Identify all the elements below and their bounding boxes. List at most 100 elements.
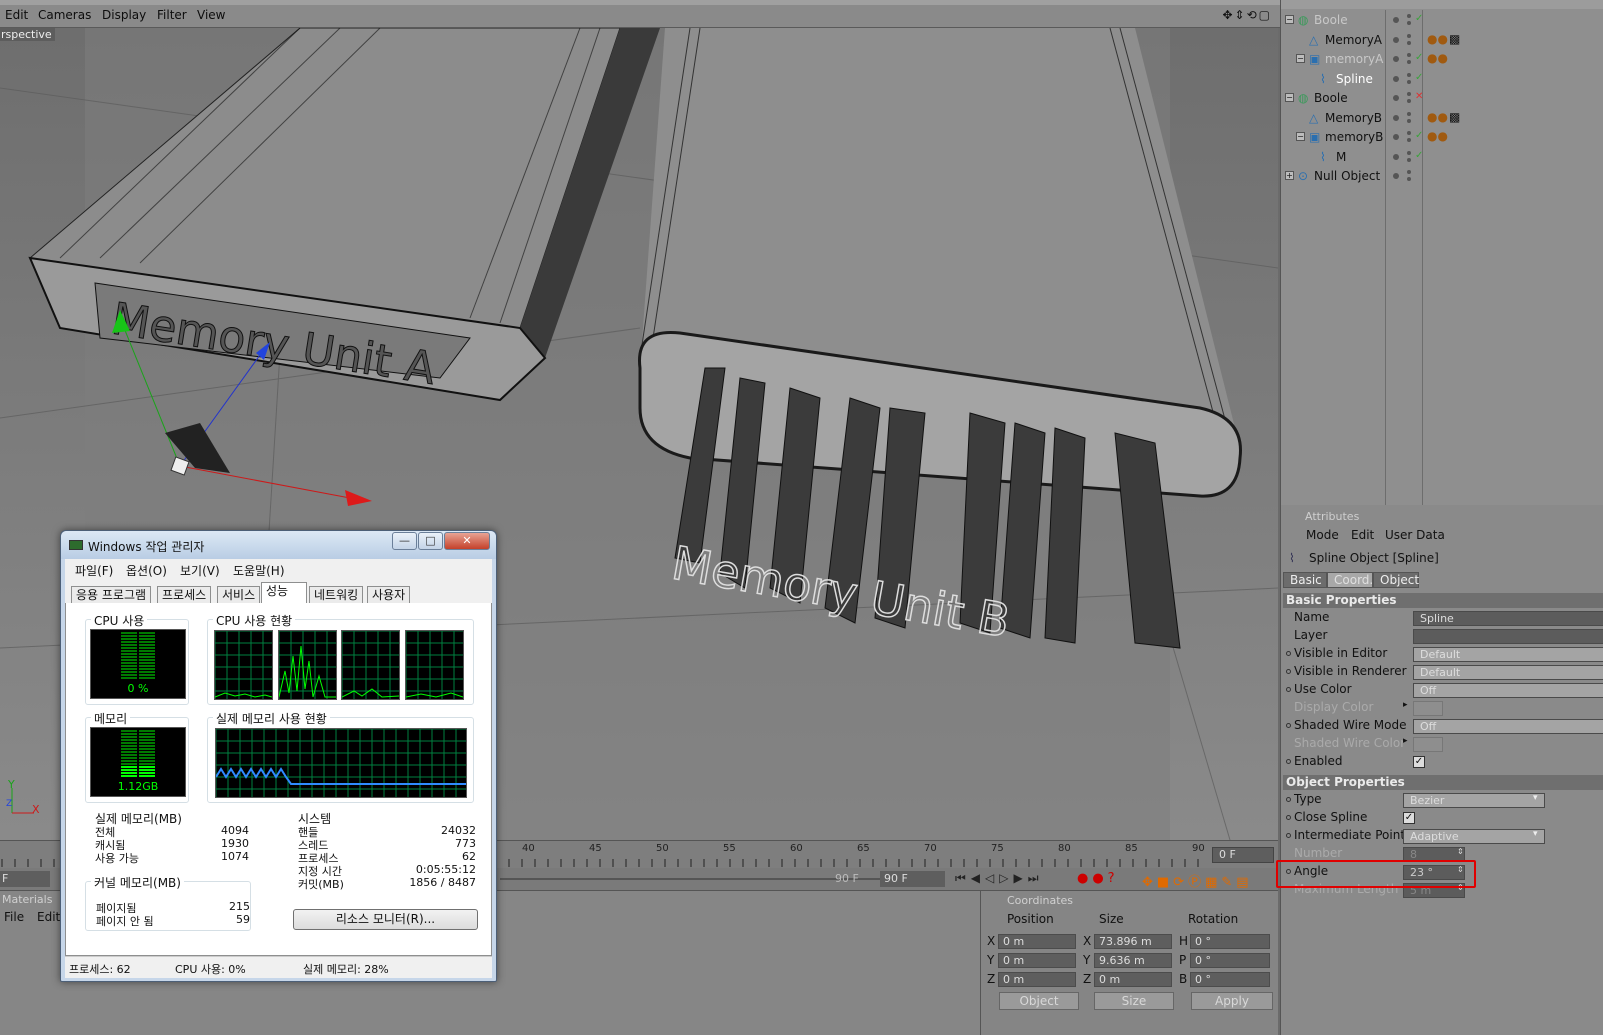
render-visibility-dot[interactable]: [1407, 79, 1411, 84]
intermediate-points-dropdown[interactable]: Adaptive: [1403, 829, 1545, 844]
editor-visibility-dot[interactable]: [1393, 17, 1399, 23]
expand-arrow-icon[interactable]: ▸: [1403, 700, 1408, 710]
object-name[interactable]: Spline: [1336, 72, 1373, 86]
render-visibility-dot[interactable]: [1407, 111, 1411, 116]
object-row[interactable]: ⌇ Spline ✓: [1281, 70, 1603, 89]
tab-object[interactable]: Object: [1373, 572, 1419, 588]
resource-monitor-button[interactable]: 리소스 모니터(R)...: [293, 909, 478, 930]
type-dropdown[interactable]: Bezier: [1403, 793, 1545, 808]
rotation-b-field[interactable]: 0 °: [1190, 972, 1270, 987]
attr-menu-userdata[interactable]: User Data: [1385, 528, 1445, 542]
expand-icon[interactable]: +: [1285, 171, 1294, 180]
color-swatch[interactable]: [1413, 737, 1443, 752]
render-visibility-dot[interactable]: [1407, 131, 1411, 135]
expand-icon[interactable]: −: [1285, 93, 1294, 102]
render-visibility-dot[interactable]: [1407, 33, 1411, 38]
tm-menu-help[interactable]: 도움말(H): [233, 562, 285, 579]
close-button[interactable]: ✕: [444, 532, 490, 550]
render-visibility-dot[interactable]: [1407, 99, 1411, 103]
property-value-field[interactable]: Default: [1413, 647, 1603, 662]
menu-display[interactable]: Display: [102, 8, 146, 22]
tm-menu-view[interactable]: 보기(V): [180, 562, 220, 579]
texture-tag-icon[interactable]: ▩: [1449, 32, 1460, 46]
texture-tag-icon[interactable]: ▩: [1449, 110, 1460, 124]
object-row[interactable]: − ◍ Boole ✓: [1281, 11, 1603, 30]
tab-basic[interactable]: Basic: [1283, 572, 1327, 588]
animate-bullet-icon[interactable]: [1286, 759, 1291, 764]
render-visibility-dot[interactable]: [1407, 72, 1411, 77]
animate-bullet-icon[interactable]: [1286, 669, 1291, 674]
animate-bullet-icon[interactable]: [1286, 651, 1291, 656]
materials-menu-edit[interactable]: Edit: [37, 910, 60, 924]
property-value-field[interactable]: Off: [1413, 683, 1603, 698]
menu-view[interactable]: View: [197, 8, 225, 22]
size-x-field[interactable]: 73.896 m: [1094, 934, 1172, 949]
size-y-field[interactable]: 9.636 m: [1094, 953, 1172, 968]
tm-menu-file[interactable]: 파일(F): [75, 562, 113, 579]
position-y-field[interactable]: 0 m: [998, 953, 1076, 968]
editor-visibility-dot[interactable]: [1393, 36, 1399, 43]
object-row[interactable]: − ▣ memoryB ✓ ●●: [1281, 128, 1603, 147]
render-visibility-dot[interactable]: [1407, 92, 1411, 96]
rotation-p-field[interactable]: 0 °: [1190, 953, 1270, 968]
object-row[interactable]: △ MemoryB ●● ▩: [1281, 109, 1603, 128]
object-name[interactable]: MemoryB: [1325, 111, 1382, 125]
property-value-field[interactable]: Default: [1413, 665, 1603, 680]
object-name[interactable]: MemoryA: [1325, 33, 1382, 47]
tab-performance[interactable]: 성능: [261, 582, 307, 603]
editor-visibility-dot[interactable]: [1393, 114, 1399, 121]
maximize-button[interactable]: □: [418, 532, 443, 550]
editor-visibility-dot[interactable]: [1393, 134, 1399, 140]
editor-visibility-dot[interactable]: [1393, 173, 1399, 179]
object-row[interactable]: △ MemoryA ●● ▩: [1281, 31, 1603, 50]
current-frame-field[interactable]: 0 F: [1212, 847, 1274, 863]
color-swatch[interactable]: [1413, 701, 1443, 716]
tm-menu-options[interactable]: 옵션(O): [126, 562, 167, 579]
object-row[interactable]: ⌇ M ✓: [1281, 148, 1603, 167]
tab-services[interactable]: 서비스: [217, 586, 261, 603]
attr-menu-mode[interactable]: Mode: [1306, 528, 1339, 542]
menu-cameras[interactable]: Cameras: [38, 8, 91, 22]
object-name[interactable]: Null Object: [1314, 169, 1380, 183]
close-spline-checkbox[interactable]: ✓: [1403, 812, 1415, 824]
object-row[interactable]: + ⊙ Null Object: [1281, 167, 1603, 186]
render-visibility-dot[interactable]: [1407, 170, 1411, 174]
tab-networking[interactable]: 네트워킹: [309, 586, 364, 603]
enabled-check-icon[interactable]: ✓: [1415, 130, 1423, 141]
expand-arrow-icon[interactable]: ▸: [1403, 736, 1408, 746]
property-value-field[interactable]: [1413, 629, 1603, 644]
task-manager-titlebar[interactable]: Windows 작업 관리자 — □ ✕: [61, 531, 496, 559]
tab-users[interactable]: 사용자: [367, 586, 411, 603]
render-visibility-dot[interactable]: [1407, 177, 1411, 181]
animate-bullet-icon[interactable]: [1286, 687, 1291, 692]
render-visibility-dot[interactable]: [1407, 60, 1411, 64]
materials-menu-file[interactable]: File: [4, 910, 24, 924]
render-visibility-dot[interactable]: [1407, 53, 1411, 57]
apply-button[interactable]: Apply: [1191, 992, 1273, 1010]
object-row[interactable]: − ▣ memoryA ✓ ●●: [1281, 50, 1603, 69]
record-buttons[interactable]: ●●?: [1077, 871, 1119, 886]
render-visibility-dot[interactable]: [1407, 138, 1411, 142]
render-visibility-dot[interactable]: [1407, 118, 1411, 123]
material-tag-icon[interactable]: ●●: [1427, 32, 1448, 46]
frame-range-slider[interactable]: [500, 878, 880, 880]
coord-mode-select[interactable]: Object: [999, 992, 1079, 1010]
animate-bullet-icon[interactable]: [1286, 815, 1291, 820]
viewport-nav-icons[interactable]: ✥⇕⟲▢: [1222, 8, 1272, 22]
disabled-x-icon[interactable]: ✕: [1415, 91, 1423, 102]
animate-bullet-icon[interactable]: [1286, 723, 1291, 728]
object-name[interactable]: Boole: [1314, 91, 1348, 105]
minimize-button[interactable]: —: [392, 532, 417, 550]
attr-menu-edit[interactable]: Edit: [1351, 528, 1374, 542]
property-value-field[interactable]: Spline: [1413, 611, 1603, 626]
tab-processes[interactable]: 프로세스: [157, 586, 212, 603]
menu-filter[interactable]: Filter: [157, 8, 187, 22]
coord-size-select[interactable]: Size: [1094, 992, 1174, 1010]
size-z-field[interactable]: 0 m: [1094, 972, 1172, 987]
tab-applications[interactable]: 응용 프로그램: [71, 586, 152, 603]
material-tag-icon[interactable]: ●●: [1427, 129, 1448, 143]
render-visibility-dot[interactable]: [1407, 150, 1411, 155]
render-visibility-dot[interactable]: [1407, 21, 1411, 25]
object-name[interactable]: M: [1336, 150, 1346, 164]
editor-visibility-dot[interactable]: [1393, 75, 1399, 82]
